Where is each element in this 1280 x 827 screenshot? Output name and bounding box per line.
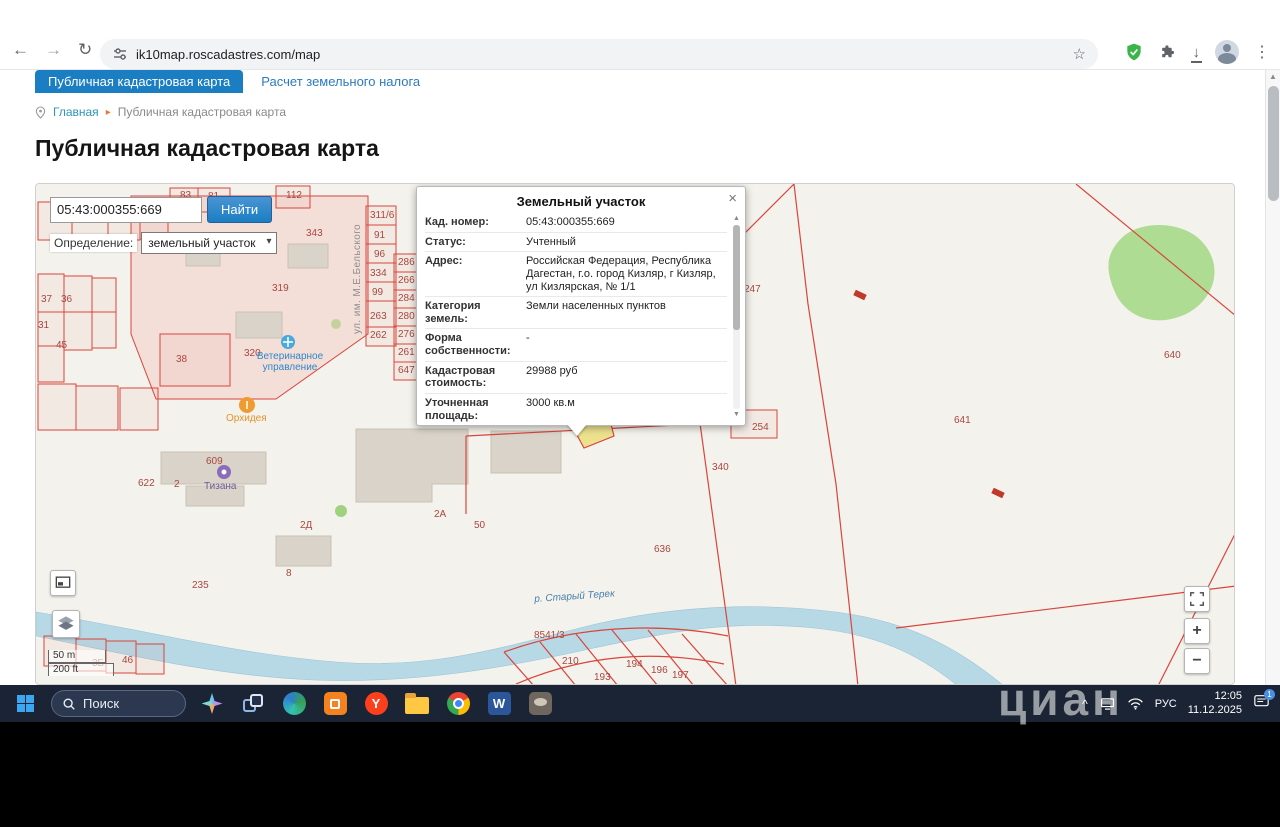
popup-row: Категория земель: Земли населенных пункт…	[425, 297, 727, 330]
clock-time: 12:05	[1214, 689, 1242, 702]
popup-row: Кад. номер: 05:43:000355:669	[425, 213, 727, 233]
zoom-out-button[interactable]: −	[1184, 648, 1210, 674]
definition-filter: Определение: земельный участок ▾	[50, 232, 277, 254]
page-title: Публичная кадастровая карта	[35, 135, 379, 161]
tab-public-cadastral-map[interactable]: Публичная кадастровая карта	[35, 70, 244, 93]
popup-row-label: Кад. номер:	[425, 216, 489, 228]
tray-chevron-icon[interactable]: ^	[1082, 697, 1088, 711]
popup-row-value: -	[526, 332, 530, 345]
gimp-icon[interactable]	[525, 689, 555, 719]
search-button[interactable]: Найти	[207, 196, 273, 223]
cadastral-search-input[interactable]	[50, 196, 202, 223]
language-indicator[interactable]: РУС	[1155, 698, 1177, 710]
extent-button[interactable]	[50, 570, 76, 596]
adblock-extension-icon[interactable]	[1124, 42, 1144, 62]
scroll-down-icon[interactable]: ▼	[732, 411, 741, 419]
popup-row-label: Адрес:	[425, 255, 463, 268]
popup-row-label: Уточненная площадь:	[425, 397, 489, 422]
popup-scrollbar[interactable]: ▲ ▼	[732, 215, 741, 419]
breadcrumb-home-link[interactable]: Главная	[53, 105, 99, 119]
taskbar-search[interactable]: Поиск	[51, 690, 186, 717]
taskbar-search-label: Поиск	[83, 696, 120, 711]
clock-date: 11.12.2025	[1187, 703, 1242, 716]
file-explorer-icon[interactable]	[402, 689, 432, 719]
page-scrollbar[interactable]: ▲	[1265, 70, 1280, 685]
orange-app-icon[interactable]	[320, 689, 350, 719]
word-icon[interactable]: W	[484, 689, 514, 719]
windows-logo-icon	[16, 695, 34, 712]
profile-avatar[interactable]	[1215, 40, 1239, 64]
popup-row-label: Кадастровая стоимость:	[425, 364, 496, 390]
popup-row-value: Земли населенных пунктов	[526, 300, 666, 313]
page-content: Публичная кадастровая карта Расчет земел…	[0, 70, 1280, 685]
chevron-down-icon: ▾	[266, 236, 272, 247]
scroll-up-icon[interactable]: ▲	[732, 215, 741, 223]
popup-scroll-thumb[interactable]	[733, 225, 740, 330]
definition-label: Определение:	[50, 234, 138, 252]
address-bar[interactable]: ik10map.roscadastres.com/map ☆	[100, 39, 1098, 69]
page-scroll-thumb[interactable]	[1268, 86, 1279, 201]
popup-row-value: 05:43:000355:669	[526, 216, 615, 228]
zoom-in-button[interactable]: +	[1184, 618, 1210, 644]
breadcrumb: Главная ▸ Публичная кадастровая карта	[35, 105, 1280, 119]
popup-row-label: Категория земель:	[425, 300, 481, 325]
popup-row-label: Форма собственности:	[425, 332, 511, 358]
taskbar-clock[interactable]: 12:05 11.12.2025	[1188, 690, 1242, 718]
downloads-icon[interactable]: ↓	[1190, 45, 1202, 63]
search-icon	[63, 697, 75, 710]
map-viewport[interactable]: 8381112343311/69196334992632622862662842…	[35, 183, 1235, 685]
map-search-bar: Найти	[50, 196, 273, 223]
breadcrumb-current: Публичная кадастровая карта	[117, 105, 286, 119]
forward-button[interactable]: →	[45, 40, 62, 60]
popup-row-value: 3000 кв.м	[526, 397, 575, 410]
popup-row-value: Российская Федерация, Республика Дагеста…	[526, 255, 716, 293]
parcel-info-popup: Земельный участок × Кад. номер: 05:43:00…	[416, 186, 746, 436]
taskbar: Поиск Y W ^ РУС 12:05 11.12.2025 1	[0, 685, 1280, 722]
yandex-browser-icon[interactable]: Y	[361, 689, 391, 719]
popup-row: Статус: Учтенный	[425, 233, 727, 253]
system-tray: ^ РУС 12:05 11.12.2025 1	[1082, 688, 1275, 718]
scrollbar-up-icon[interactable]: ▲	[1266, 70, 1280, 84]
notifications-icon[interactable]: 1	[1253, 688, 1275, 714]
task-view-icon[interactable]	[238, 689, 268, 719]
popup-row: Уточненная площадь: 3000 кв.м	[425, 394, 727, 423]
popup-row-label: Статус:	[425, 235, 466, 248]
definition-select-value: земельный участок	[148, 236, 256, 250]
scale-feet: 200 ft	[48, 663, 114, 676]
reload-button[interactable]: ↻	[78, 40, 92, 60]
letterbox	[0, 722, 1280, 827]
popup-row-value: Учтенный	[526, 235, 576, 248]
extensions-puzzle-icon[interactable]	[1159, 43, 1178, 62]
browser-menu-icon[interactable]: ⋮	[1254, 42, 1270, 62]
url-text: ik10map.roscadastres.com/map	[136, 46, 321, 62]
notification-badge: 1	[1264, 688, 1275, 700]
breadcrumb-separator-icon: ▸	[105, 106, 111, 118]
popup-row: Кадастровая стоимость: 29988 руб	[425, 362, 727, 395]
back-button[interactable]: ←	[12, 40, 29, 60]
close-icon[interactable]: ×	[728, 190, 737, 207]
bookmark-star-icon[interactable]: ☆	[1073, 45, 1086, 63]
location-pin-icon	[35, 105, 46, 119]
edge-icon[interactable]	[279, 689, 309, 719]
scale-control: 50 m 200 ft	[48, 650, 114, 676]
popup-title: Земельный участок	[516, 194, 646, 209]
network-icon[interactable]	[1099, 697, 1116, 711]
site-tabs: Публичная кадастровая карта Расчет земел…	[0, 70, 1280, 93]
copilot-icon[interactable]	[197, 689, 227, 719]
chrome-icon[interactable]	[443, 689, 473, 719]
browser-chrome: ← → ↻ ik10map.roscadastres.com/map ☆ → ↓…	[0, 0, 1280, 70]
popup-rows: Кад. номер: 05:43:000355:669 Статус: Учт…	[425, 213, 727, 423]
popup-row-value: 29988 руб	[526, 364, 578, 377]
popup-row: Форма собственности: -	[425, 329, 727, 362]
tab-land-tax-link[interactable]: Расчет земельного налога	[261, 70, 420, 93]
scale-meters: 50 m	[48, 650, 106, 663]
popup-row: Адрес: Российская Федерация, Республика …	[425, 252, 727, 298]
popup-pointer	[567, 424, 587, 436]
wifi-icon[interactable]	[1127, 697, 1144, 710]
definition-select[interactable]: земельный участок ▾	[141, 232, 277, 254]
fullscreen-button[interactable]	[1184, 586, 1210, 612]
start-button[interactable]	[10, 689, 40, 719]
site-info-icon[interactable]	[112, 46, 128, 62]
layers-button[interactable]	[52, 610, 80, 638]
